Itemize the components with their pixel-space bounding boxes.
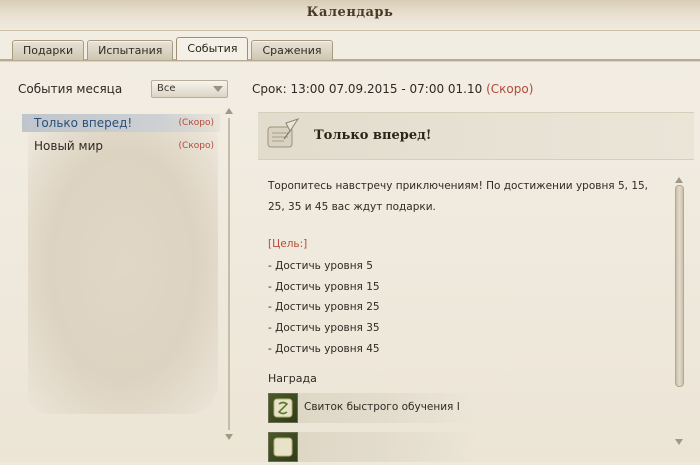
scroll-track[interactable] <box>228 118 230 430</box>
chevron-down-icon <box>213 86 223 92</box>
scroll-down-arrow-icon[interactable] <box>225 434 233 440</box>
goal-item: - Достичь уровня 45 <box>268 343 380 355</box>
tab-bar: Подарки Испытания События Сражения <box>12 37 336 60</box>
tab-events[interactable]: События <box>176 37 249 60</box>
filter-label: События месяца <box>18 82 123 96</box>
details-scrollbar[interactable] <box>672 177 686 445</box>
event-list-item[interactable]: Новый мир (Скоро) <box>22 137 220 155</box>
event-filter-dropdown[interactable]: Все <box>151 80 228 98</box>
scroll-up-arrow-icon[interactable] <box>225 108 233 114</box>
scroll-up-arrow-icon[interactable] <box>675 177 683 183</box>
reward-label: Награда <box>268 372 317 385</box>
filter-selected-value: Все <box>157 83 176 94</box>
tab-battles[interactable]: Сражения <box>251 40 333 60</box>
scroll-green-icon[interactable] <box>268 393 298 423</box>
window-title: Календарь <box>306 5 394 20</box>
calendar-window: Календарь Подарки Испытания События Сраж… <box>0 0 700 462</box>
scroll-down-arrow-icon[interactable] <box>675 439 683 445</box>
reward-item[interactable]: Свиток быстрого обучения I <box>268 393 478 423</box>
goal-item: - Достичь уровня 35 <box>268 322 380 334</box>
event-period: Срок: 13:00 07.09.2015 - 07:00 01.10 (Ск… <box>252 82 533 96</box>
title-bar[interactable]: Календарь <box>0 0 700 31</box>
scroll-green-icon[interactable] <box>268 432 298 462</box>
period-text: Срок: 13:00 07.09.2015 - 07:00 01.10 <box>252 82 483 96</box>
event-status: (Скоро) <box>178 141 214 151</box>
reward-item[interactable] <box>268 432 478 462</box>
period-status: (Скоро) <box>486 82 534 96</box>
event-name: Новый мир <box>34 139 103 153</box>
event-list-scrollbar[interactable] <box>225 108 233 440</box>
event-title: Только вперед! <box>314 128 432 143</box>
reward-name: Свиток быстрого обучения I <box>304 401 460 413</box>
goal-item: - Достичь уровня 15 <box>268 281 380 293</box>
event-list-background <box>28 118 218 414</box>
goal-label: [Цель:] <box>268 238 308 250</box>
event-status: (Скоро) <box>178 118 214 128</box>
event-description: Торопитесь навстречу приключениям! По до… <box>268 180 649 213</box>
tab-challenges[interactable]: Испытания <box>87 40 174 60</box>
event-header: Только вперед! <box>258 112 694 160</box>
scroll-thumb[interactable] <box>675 185 684 387</box>
event-name: Только вперед! <box>34 116 133 130</box>
tab-gifts[interactable]: Подарки <box>12 40 85 60</box>
goal-item: - Достичь уровня 5 <box>268 260 373 272</box>
event-list-item[interactable]: Только вперед! (Скоро) <box>22 114 220 132</box>
goal-item: - Достичь уровня 25 <box>268 301 380 313</box>
quill-scroll-icon <box>267 118 300 148</box>
